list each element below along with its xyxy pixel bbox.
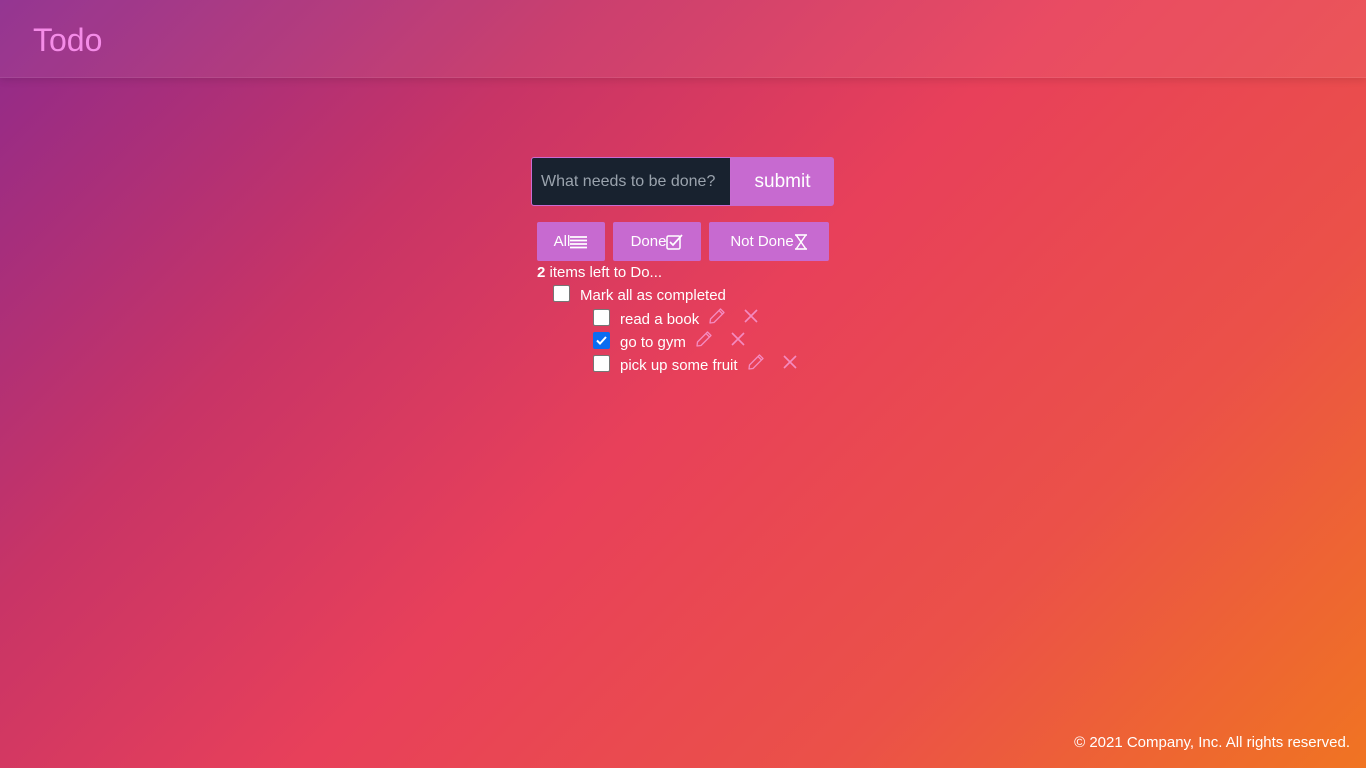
todo-item: read a book: [593, 306, 797, 329]
todo-item: pick up some fruit: [593, 352, 797, 375]
mark-all-label: Mark all as completed: [580, 286, 726, 304]
close-icon[interactable]: [731, 331, 745, 350]
list-icon: [570, 235, 588, 249]
close-icon[interactable]: [744, 308, 758, 327]
items-left-counter: 2 items left to Do...: [537, 263, 662, 283]
pencil-icon[interactable]: [695, 330, 713, 352]
mark-all-checkbox[interactable]: [553, 284, 570, 302]
filter-done-label: Done: [630, 233, 667, 250]
filter-not-done-label: Not Done: [730, 233, 794, 250]
checkbox-check-icon: [666, 233, 684, 250]
todo-item: go to gym: [593, 329, 797, 352]
mark-all-row: Mark all as completed: [553, 283, 726, 304]
new-todo-form: submit: [531, 157, 834, 206]
submit-button[interactable]: submit: [731, 157, 834, 206]
filter-all-label: All: [553, 233, 571, 250]
items-left-text: items left to Do...: [545, 264, 663, 281]
filter-all-button[interactable]: All: [537, 222, 605, 261]
app-title: Todo: [33, 22, 103, 58]
close-icon[interactable]: [782, 354, 797, 373]
todo-list: read a book go to gym pick up some fruit: [593, 306, 797, 375]
todo-checkbox[interactable]: [593, 355, 610, 372]
todo-checkbox[interactable]: [593, 332, 610, 349]
pencil-icon[interactable]: [747, 353, 765, 375]
todo-text: pick up some fruit: [620, 357, 738, 374]
filter-done-button[interactable]: Done: [613, 222, 701, 261]
footer-copyright: © 2021 Company, Inc. All rights reserved…: [1074, 734, 1350, 751]
hourglass-icon: [794, 233, 808, 250]
filter-not-done-button[interactable]: Not Done: [709, 222, 829, 261]
todo-text: go to gym: [620, 334, 686, 351]
todo-text: read a book: [620, 311, 700, 328]
todo-checkbox[interactable]: [593, 309, 610, 326]
new-todo-input[interactable]: [531, 157, 731, 206]
pencil-icon[interactable]: [708, 307, 726, 329]
app-header: Todo: [0, 0, 1366, 78]
